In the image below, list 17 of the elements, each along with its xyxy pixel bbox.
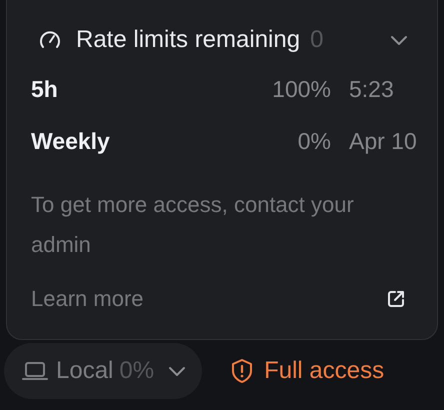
info-message: To get more access, contact your admin [31,191,355,259]
environment-dropdown[interactable]: Local 0% [4,343,202,399]
limit-reset: 5:23 [349,76,395,102]
chevron-down-icon[interactable] [390,34,408,46]
full-access-button[interactable]: Full access [230,357,384,385]
title-value: 0 [310,26,324,54]
shield-warning-icon [230,358,254,384]
limit-percent: 0% [298,128,331,154]
popup-title: Rate limits remaining [76,26,300,54]
limit-label: 5h [31,76,58,102]
external-link-icon[interactable] [386,289,406,309]
gauge-icon [39,30,61,50]
limit-percent: 100% [272,76,331,102]
laptop-icon [22,360,48,382]
limit-label: Weekly [31,128,110,154]
chevron-down-icon [168,366,186,376]
learn-more-link[interactable]: Learn more [31,286,144,312]
